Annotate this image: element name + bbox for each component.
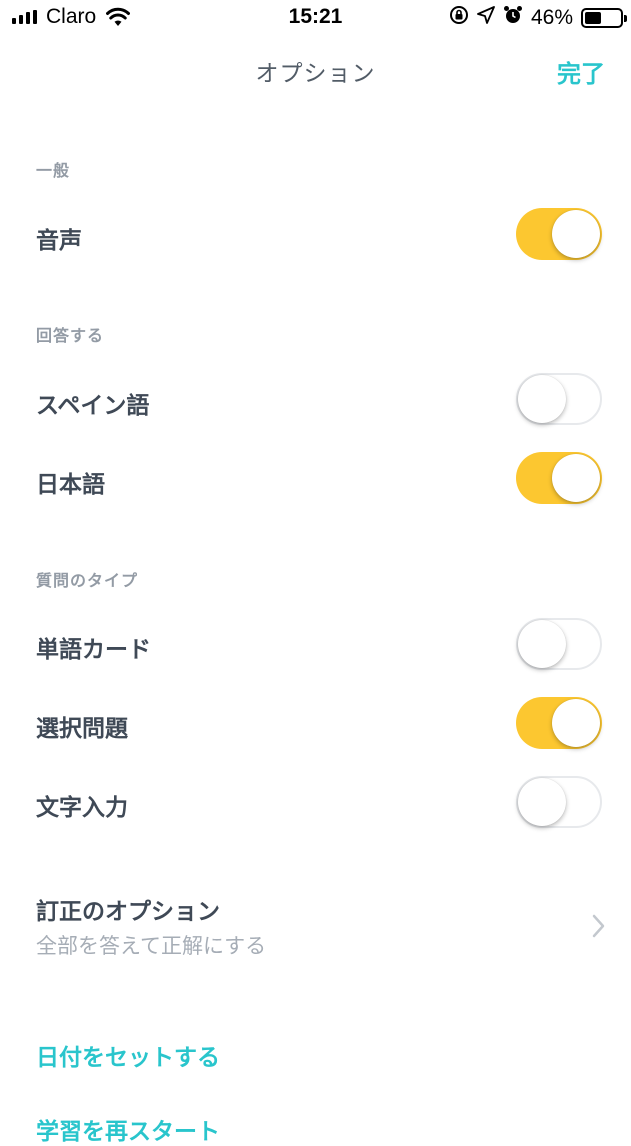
status-bar: Claro 15:21 46%: [0, 0, 631, 38]
toggle-knob: [552, 210, 600, 258]
done-button[interactable]: 完了: [557, 54, 605, 89]
toggle-knob: [518, 778, 566, 826]
toggle-knob: [552, 454, 600, 502]
toggle-knob: [518, 620, 566, 668]
toggle-knob: [518, 375, 566, 423]
section-header-answer-with: 回答する: [36, 326, 105, 345]
audio-toggle[interactable]: [516, 208, 602, 260]
location-arrow-icon: [477, 6, 495, 30]
section-header-general: 一般: [36, 161, 71, 180]
status-right-group: 46%: [449, 5, 627, 31]
written-label: 文字入力: [36, 795, 128, 821]
orientation-lock-icon: [449, 5, 469, 31]
set-date-link[interactable]: 日付をセットする: [36, 1038, 220, 1072]
toggle-knob: [552, 699, 600, 747]
correction-options-title: 訂正のオプション: [36, 899, 220, 925]
page-title: オプション: [255, 61, 376, 87]
correction-options-row[interactable]: 訂正のオプション 全部を答えて正解にする: [0, 880, 631, 972]
japanese-toggle[interactable]: [516, 452, 602, 504]
chevron-right-icon: [592, 914, 606, 942]
flashcards-toggle[interactable]: [516, 618, 602, 670]
flashcards-label: 単語カード: [36, 637, 151, 663]
battery-icon: [581, 8, 627, 28]
spanish-toggle[interactable]: [516, 373, 602, 425]
battery-percent: 46%: [530, 6, 573, 29]
alarm-clock-icon: [503, 5, 523, 31]
multiple-choice-label: 選択問題: [36, 716, 128, 742]
multiple-choice-toggle[interactable]: [516, 697, 602, 749]
spanish-label: スペイン語: [36, 393, 150, 419]
correction-options-subtitle: 全部を答えて正解にする: [36, 934, 267, 958]
written-toggle[interactable]: [516, 776, 602, 828]
section-header-question-types: 質問のタイプ: [36, 571, 139, 590]
audio-label: 音声: [36, 228, 82, 254]
japanese-label: 日本語: [36, 472, 105, 498]
restart-learning-link[interactable]: 学習を再スタート: [36, 1112, 220, 1146]
